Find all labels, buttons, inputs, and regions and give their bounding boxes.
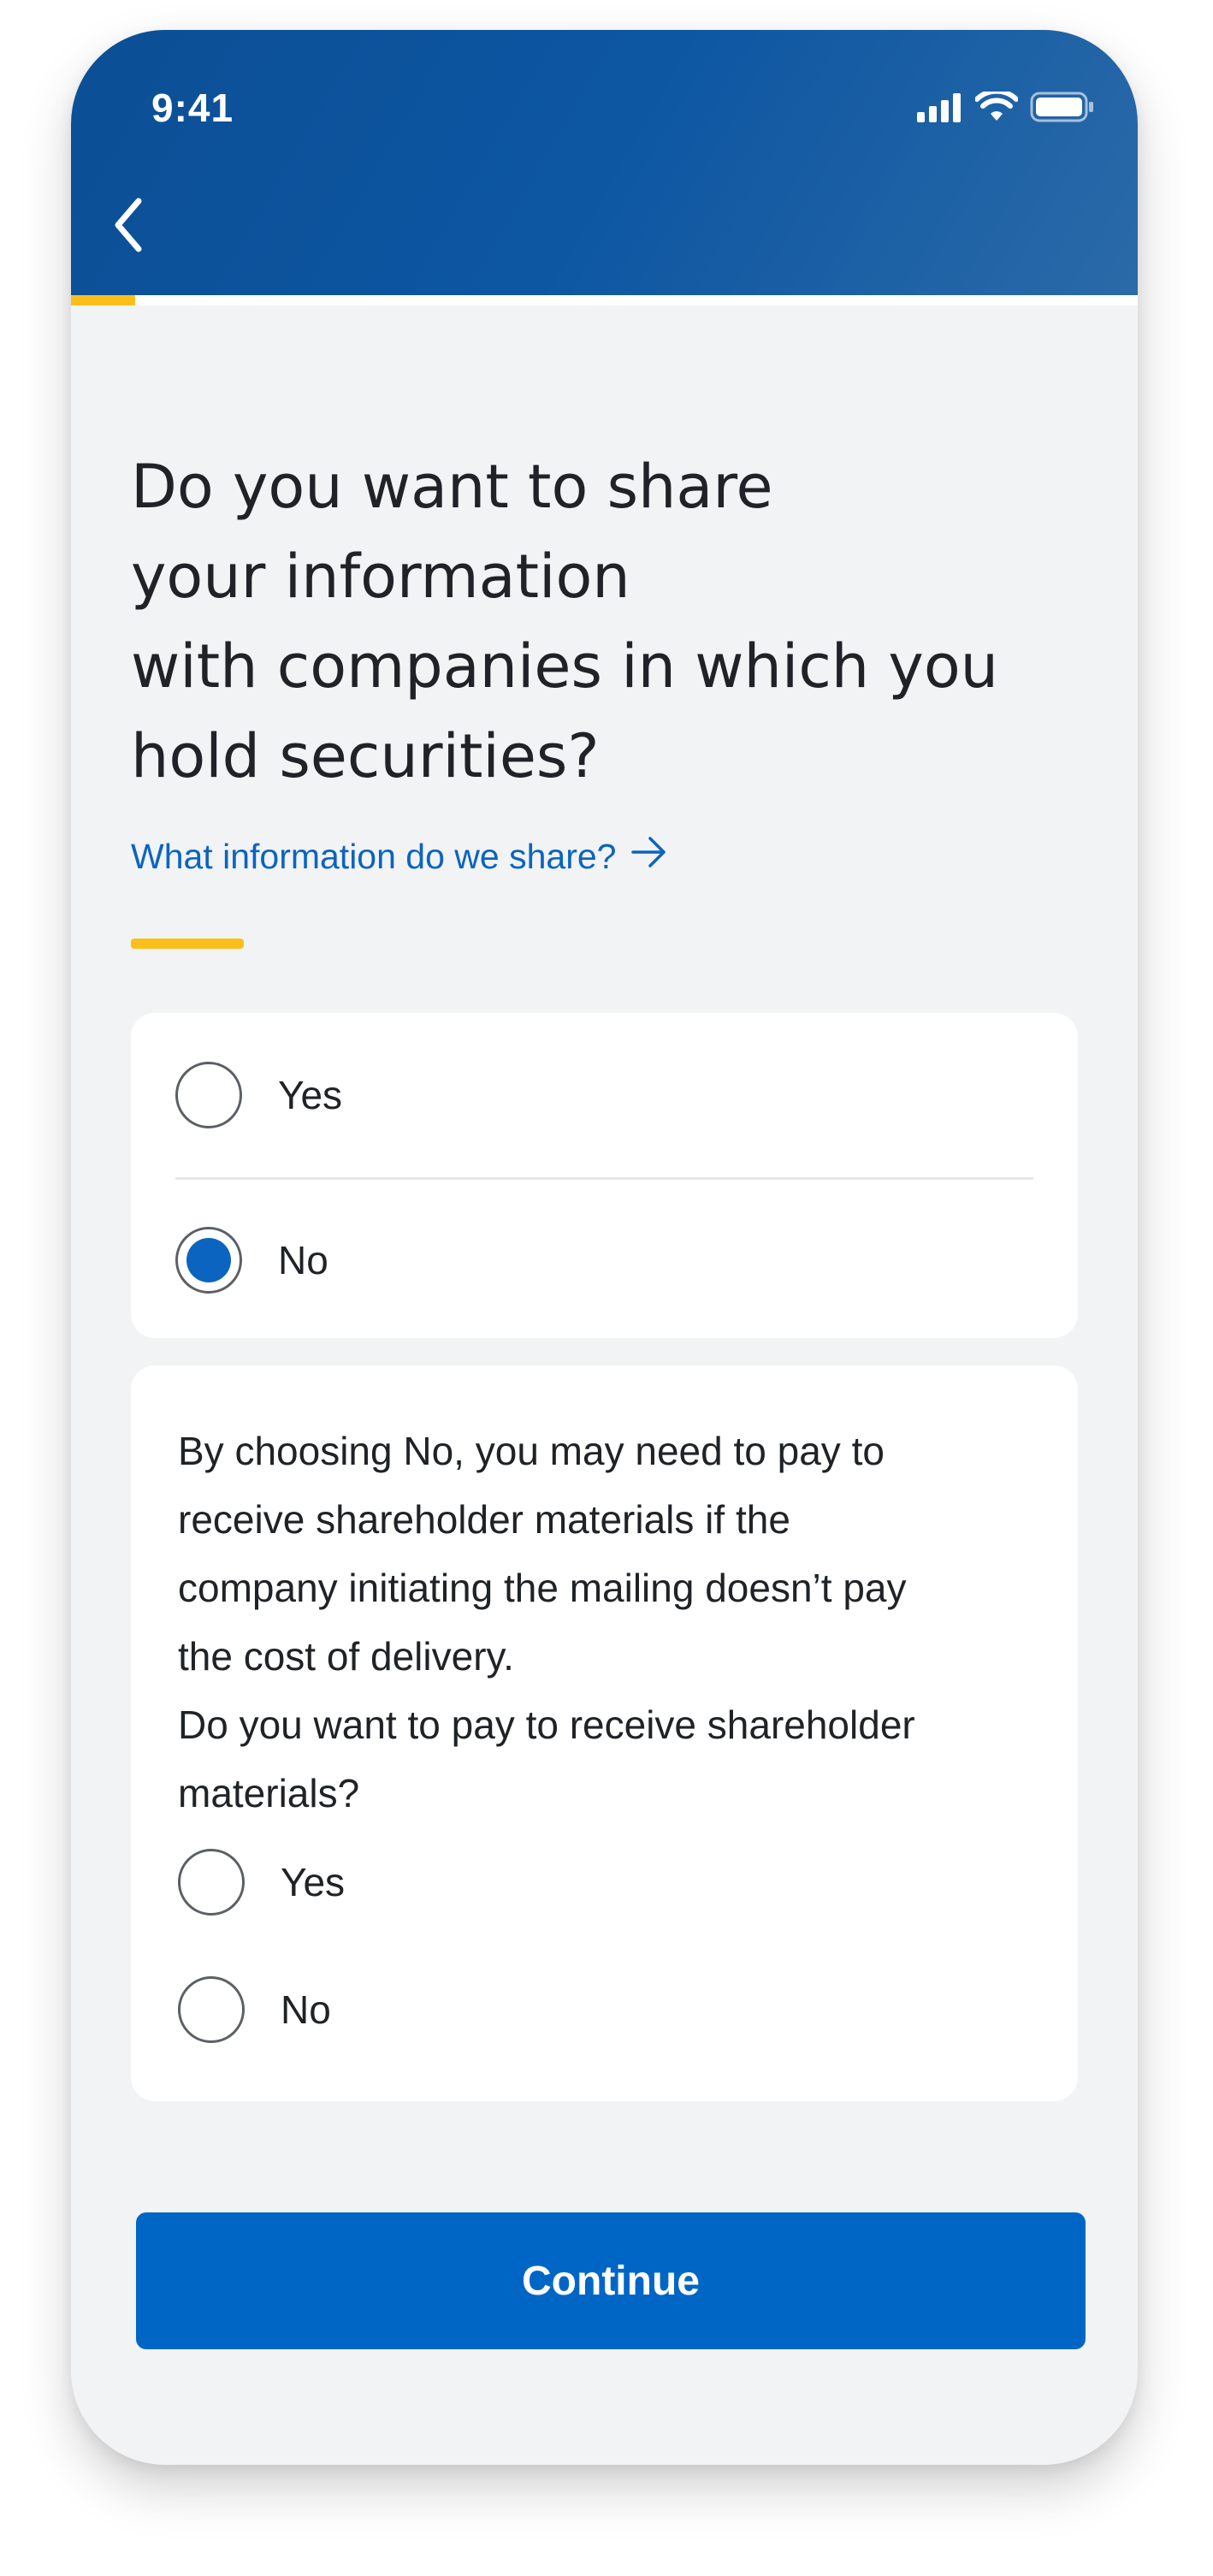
note-line: company initiating the mailing doesn’t p… [178,1566,907,1610]
app-header: 9:41 [71,30,1138,295]
pay-explanation-text: By choosing No, you may need to pay to r… [178,1417,1042,1827]
share-no-label: No [278,1238,328,1282]
back-button[interactable] [90,188,167,265]
share-yes-radio[interactable] [175,1062,242,1128]
option-divider [175,1177,1033,1180]
pay-options-card: By choosing No, you may need to pay to r… [131,1365,1078,2101]
pay-yes-option[interactable]: Yes [178,1849,345,1916]
note-line: the cost of delivery. [178,1634,514,1679]
pay-no-option[interactable]: No [178,1976,331,2043]
share-options-card: Yes No [131,1013,1078,1338]
title-line: hold securities? [131,721,600,791]
status-time: 9:41 [151,86,234,130]
battery-icon [1030,92,1095,127]
stage: 9:41 Do you want to share your informati… [0,0,1213,2576]
progress-fill [71,295,135,305]
page-title: Do you want to share your information wi… [131,442,1072,802]
arrow-right-icon [631,836,667,877]
pay-no-radio[interactable] [178,1976,245,2043]
pay-yes-radio[interactable] [178,1849,245,1916]
title-line: with companies in which you [131,631,999,702]
pay-no-label: No [281,1987,331,2032]
status-icons [917,88,1095,127]
accent-divider [131,939,244,949]
share-no-option[interactable]: No [175,1227,328,1294]
note-line: Do you want to pay to receive shareholde… [178,1703,915,1747]
wifi-icon [974,88,1019,127]
chevron-left-icon [111,198,145,257]
share-yes-option[interactable]: Yes [175,1062,342,1128]
title-line: your information [131,542,630,612]
share-no-radio[interactable] [175,1227,242,1294]
share-yes-label: Yes [278,1073,343,1117]
what-info-link[interactable]: What information do we share? [131,836,667,877]
what-info-link-label: What information do we share? [131,836,617,876]
note-line: By choosing No, you may need to pay to [178,1429,885,1473]
pay-yes-label: Yes [281,1860,346,1904]
title-line: Do you want to share [131,452,773,522]
phone-screen: 9:41 Do you want to share your informati… [71,30,1138,2465]
note-line: materials? [178,1771,360,1815]
continue-button[interactable]: Continue [136,2212,1086,2349]
signal-icon [917,93,963,127]
note-line: receive shareholder materials if the [178,1497,790,1542]
main-content: Do you want to share your information wi… [131,304,1080,2101]
